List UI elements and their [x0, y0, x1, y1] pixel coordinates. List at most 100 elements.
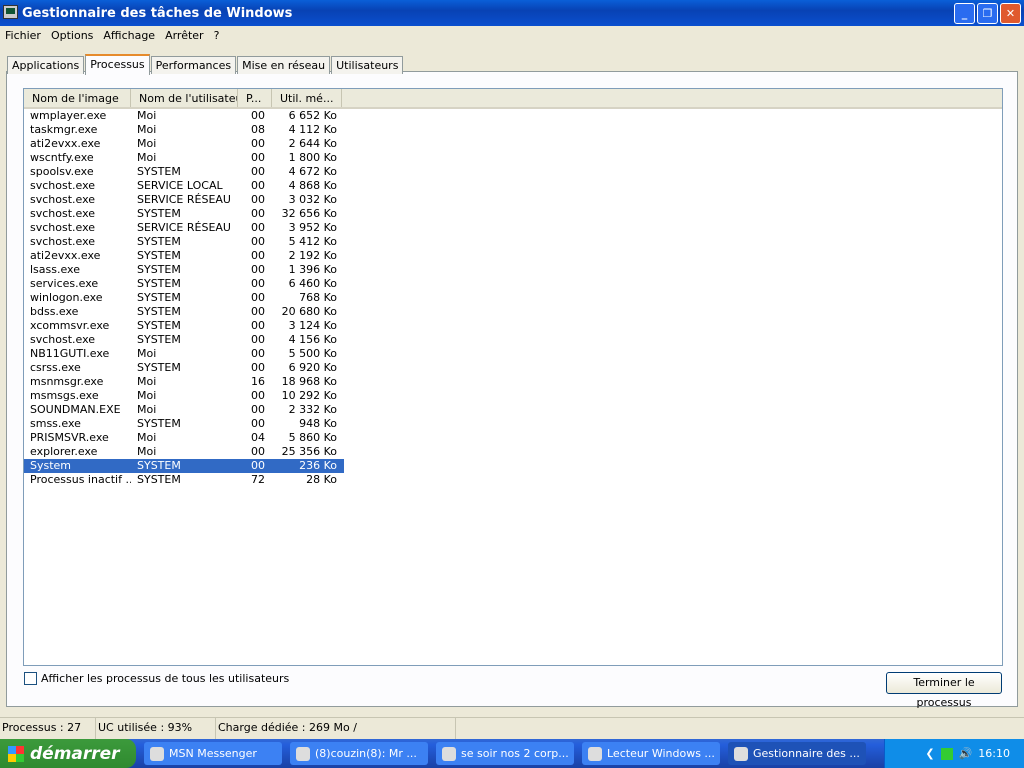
process-row[interactable]: Processus inactif ... SYSTEM 72 28 Ko	[24, 473, 1002, 487]
process-memory: 3 952 Ko	[288, 221, 337, 234]
process-cpu: 00	[251, 165, 265, 178]
process-name: winlogon.exe	[30, 291, 103, 304]
process-memory: 18 968 Ko	[281, 375, 337, 388]
process-memory: 4 672 Ko	[288, 165, 337, 178]
process-user: SYSTEM	[137, 165, 181, 178]
process-row[interactable]: svchost.exe SYSTEM 00 5 412 Ko	[24, 235, 1002, 249]
menu-fichier[interactable]: Fichier	[0, 29, 46, 42]
task-label: Gestionnaire des ...	[753, 747, 860, 760]
process-row[interactable]: spoolsv.exe SYSTEM 00 4 672 Ko	[24, 165, 1002, 179]
expand-tray-icon[interactable]: ❮	[925, 747, 934, 760]
tab-performances[interactable]: Performances	[150, 56, 237, 74]
process-memory: 6 460 Ko	[288, 277, 337, 290]
process-row[interactable]: msmsgs.exe Moi 00 10 292 Ko	[24, 389, 1002, 403]
process-row[interactable]: csrss.exe SYSTEM 00 6 920 Ko	[24, 361, 1002, 375]
menu-arreter[interactable]: Arrêter	[160, 29, 209, 42]
process-memory: 768 Ko	[299, 291, 337, 304]
clock[interactable]: 16:10	[978, 747, 1010, 760]
process-memory: 4 156 Ko	[288, 333, 337, 346]
taskbar-item-task-manager[interactable]: Gestionnaire des ...	[728, 742, 866, 765]
process-row[interactable]: svchost.exe SERVICE RÉSEAU 00 3 952 Ko	[24, 221, 1002, 235]
tab-applications[interactable]: Applications	[7, 56, 85, 74]
process-user: Moi	[137, 375, 157, 388]
process-list[interactable]: Nom de l'image Nom de l'utilisateur P...…	[23, 88, 1003, 666]
process-name: svchost.exe	[30, 193, 96, 206]
process-row[interactable]: SOUNDMAN.EXE Moi 00 2 332 Ko	[24, 403, 1002, 417]
process-memory: 6 652 Ko	[288, 109, 337, 122]
checkbox-box[interactable]	[24, 672, 37, 685]
process-name: ati2evxx.exe	[30, 137, 101, 150]
task-label: (8)couzin(8): Mr ...	[315, 747, 417, 760]
tab-processus[interactable]: Processus	[85, 54, 150, 75]
tray-status-icon[interactable]	[940, 747, 953, 760]
process-row[interactable]: msnmsgr.exe Moi 16 18 968 Ko	[24, 375, 1002, 389]
taskbar-item-chat-2[interactable]: se soir nos 2 corp...	[436, 742, 574, 765]
process-row[interactable]: svchost.exe SERVICE LOCAL 00 4 868 Ko	[24, 179, 1002, 193]
process-user: SYSTEM	[137, 235, 181, 248]
column-header-image-name[interactable]: Nom de l'image	[24, 89, 131, 107]
chat-icon	[296, 746, 310, 761]
process-cpu: 00	[251, 417, 265, 430]
process-cpu: 00	[251, 263, 265, 276]
process-name: svchost.exe	[30, 207, 96, 220]
process-row[interactable]: ati2evxx.exe SYSTEM 00 2 192 Ko	[24, 249, 1002, 263]
show-all-users-checkbox[interactable]: Afficher les processus de tous les utili…	[24, 672, 289, 685]
process-row[interactable]: explorer.exe Moi 00 25 356 Ko	[24, 445, 1002, 459]
process-row[interactable]: xcommsvr.exe SYSTEM 00 3 124 Ko	[24, 319, 1002, 333]
process-row[interactable]: svchost.exe SYSTEM 00 4 156 Ko	[24, 333, 1002, 347]
tab-bar: Applications Processus Performances Mise…	[7, 53, 404, 75]
process-name: taskmgr.exe	[30, 123, 98, 136]
status-commit: Charge dédiée : 269 Mo /	[216, 718, 456, 739]
process-row[interactable]: bdss.exe SYSTEM 00 20 680 Ko	[24, 305, 1002, 319]
menu-options[interactable]: Options	[46, 29, 98, 42]
process-memory: 3 032 Ko	[288, 193, 337, 206]
process-cpu: 00	[251, 361, 265, 374]
menu-help[interactable]: ?	[209, 29, 225, 42]
process-row[interactable]: svchost.exe SERVICE RÉSEAU 00 3 032 Ko	[24, 193, 1002, 207]
process-cpu: 00	[251, 445, 265, 458]
chat-icon	[442, 746, 456, 761]
process-row[interactable]: taskmgr.exe Moi 08 4 112 Ko	[24, 123, 1002, 137]
process-cpu: 72	[251, 473, 265, 486]
column-header-user-name[interactable]: Nom de l'utilisateur	[131, 89, 238, 107]
process-row[interactable]: services.exe SYSTEM 00 6 460 Ko	[24, 277, 1002, 291]
maximize-button[interactable]: ❐	[977, 3, 998, 24]
tab-utilisateurs[interactable]: Utilisateurs	[331, 56, 404, 74]
process-user: SYSTEM	[137, 249, 181, 262]
process-memory: 5 412 Ko	[288, 235, 337, 248]
menu-affichage[interactable]: Affichage	[98, 29, 160, 42]
process-row[interactable]: winlogon.exe SYSTEM 00 768 Ko	[24, 291, 1002, 305]
taskbar-item-media-player[interactable]: Lecteur Windows ...	[582, 742, 720, 765]
tab-mise-en-reseau[interactable]: Mise en réseau	[237, 56, 331, 74]
process-row[interactable]: wscntfy.exe Moi 00 1 800 Ko	[24, 151, 1002, 165]
process-row[interactable]: lsass.exe SYSTEM 00 1 396 Ko	[24, 263, 1002, 277]
process-row[interactable]: PRISMSVR.exe Moi 04 5 860 Ko	[24, 431, 1002, 445]
end-process-button[interactable]: Terminer le processus	[886, 672, 1002, 709]
process-row[interactable]: wmplayer.exe Moi 00 6 652 Ko	[24, 109, 1002, 123]
process-memory: 4 868 Ko	[288, 179, 337, 192]
process-memory: 25 356 Ko	[281, 445, 337, 458]
status-cpu: UC utilisée : 93%	[96, 718, 216, 739]
volume-icon[interactable]: 🔊	[959, 747, 973, 760]
process-row[interactable]: smss.exe SYSTEM 00 948 Ko	[24, 417, 1002, 431]
minimize-button[interactable]: _	[954, 3, 975, 24]
process-user: SERVICE RÉSEAU	[137, 221, 231, 234]
taskbar-item-chat-1[interactable]: (8)couzin(8): Mr ...	[290, 742, 428, 765]
taskbar-item-msn[interactable]: MSN Messenger	[144, 742, 282, 765]
process-name: msmsgs.exe	[30, 389, 99, 402]
process-row[interactable]: svchost.exe SYSTEM 00 32 656 Ko	[24, 207, 1002, 221]
close-button[interactable]: ✕	[1000, 3, 1021, 24]
show-all-users-label: Afficher les processus de tous les utili…	[41, 672, 290, 685]
process-row[interactable]: System SYSTEM 00 236 Ko	[24, 459, 344, 473]
column-header-cpu[interactable]: P...	[238, 89, 272, 107]
process-user: SERVICE RÉSEAU	[137, 193, 231, 206]
process-memory: 28 Ko	[306, 473, 337, 486]
process-row[interactable]: ati2evxx.exe Moi 00 2 644 Ko	[24, 137, 1002, 151]
process-name: svchost.exe	[30, 333, 96, 346]
column-header-memory[interactable]: Util. mé...	[272, 89, 342, 107]
start-button[interactable]: démarrer	[0, 739, 136, 768]
process-cpu: 00	[251, 305, 265, 318]
process-row[interactable]: NB11GUTI.exe Moi 00 5 500 Ko	[24, 347, 1002, 361]
process-memory: 948 Ko	[299, 417, 337, 430]
process-memory: 2 644 Ko	[288, 137, 337, 150]
